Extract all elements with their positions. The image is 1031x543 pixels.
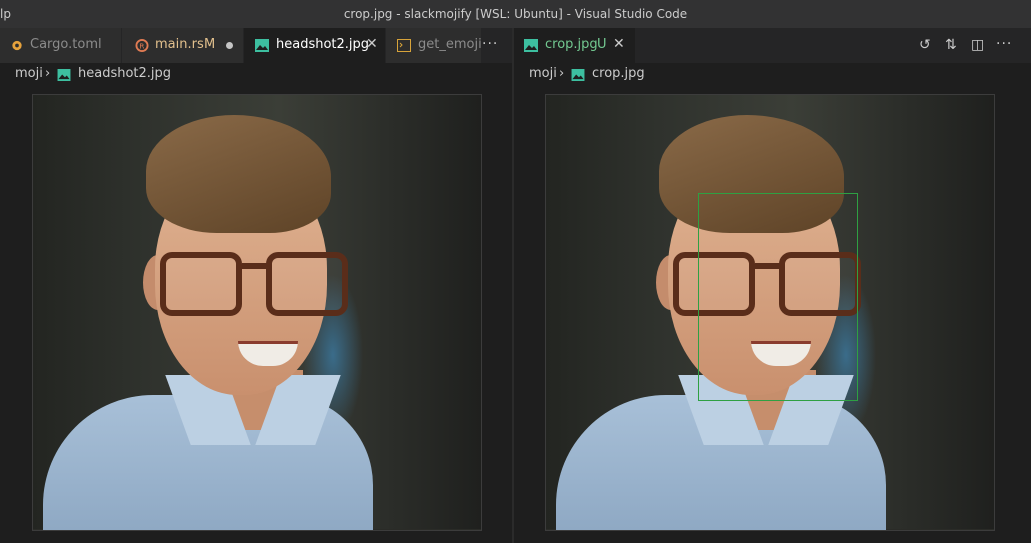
chevron-right-icon: › bbox=[45, 66, 51, 81]
image-icon bbox=[524, 39, 538, 52]
face-crop-box bbox=[698, 193, 858, 401]
terminal-icon bbox=[397, 39, 411, 52]
more-actions-icon[interactable]: ··· bbox=[996, 36, 1012, 52]
split-editor-icon[interactable]: ◫ bbox=[971, 37, 984, 53]
close-icon[interactable]: ✕ bbox=[613, 36, 625, 52]
unsaved-dot-icon[interactable] bbox=[226, 42, 233, 49]
tab-headshot2-jpg[interactable]: headshot2.jpg ✕ bbox=[244, 28, 386, 63]
tab-label: main.rs bbox=[155, 37, 204, 52]
untracked-badge: U bbox=[597, 37, 607, 52]
window-title: crop.jpg - slackmojify [WSL: Ubuntu] - V… bbox=[343, 7, 688, 21]
left-tab-bar: Cargo.toml R main.rs M headshot2.jpg ✕ g… bbox=[0, 28, 512, 63]
tab-cargo-toml[interactable]: Cargo.toml bbox=[0, 28, 122, 63]
image-icon bbox=[571, 69, 585, 81]
tab-label: Cargo.toml bbox=[30, 37, 102, 52]
more-actions-icon[interactable]: ··· bbox=[482, 36, 498, 52]
tab-label: crop.jpg bbox=[545, 37, 598, 52]
left-editor-pane: Cargo.toml R main.rs M headshot2.jpg ✕ g… bbox=[0, 28, 512, 543]
modified-badge: M bbox=[204, 37, 216, 52]
crop-photo bbox=[546, 95, 994, 530]
breadcrumb-folder[interactable]: moji bbox=[15, 66, 43, 81]
breadcrumb-file[interactable]: headshot2.jpg bbox=[78, 66, 171, 81]
tab-label: get_emoji bbox=[418, 37, 482, 52]
right-tab-bar: crop.jpg U ✕ ↺ ⇅ ◫ ··· bbox=[514, 28, 1031, 63]
title-bar: lp crop.jpg - slackmojify [WSL: Ubuntu] … bbox=[0, 0, 1031, 28]
headshot-photo bbox=[33, 95, 481, 530]
image-icon bbox=[255, 39, 269, 52]
svg-text:R: R bbox=[139, 41, 144, 50]
tab-label: headshot2.jpg bbox=[276, 37, 370, 52]
history-icon[interactable]: ↺ bbox=[919, 37, 931, 53]
tab-crop-jpg[interactable]: crop.jpg U ✕ bbox=[514, 28, 636, 63]
image-icon bbox=[57, 69, 71, 81]
right-editor-pane: crop.jpg U ✕ ↺ ⇅ ◫ ··· moji › crop.jpg bbox=[514, 28, 1031, 543]
breadcrumb-file[interactable]: crop.jpg bbox=[592, 66, 645, 81]
tab-get-emoji[interactable]: get_emoji bbox=[386, 28, 482, 63]
image-preview[interactable] bbox=[32, 94, 482, 531]
gear-icon bbox=[12, 40, 22, 51]
breadcrumb-folder[interactable]: moji bbox=[529, 66, 557, 81]
rust-icon: R bbox=[135, 39, 149, 52]
close-icon[interactable]: ✕ bbox=[366, 36, 378, 52]
tab-main-rs[interactable]: R main.rs M bbox=[122, 28, 244, 63]
compare-icon[interactable]: ⇅ bbox=[945, 37, 957, 53]
chevron-right-icon: › bbox=[559, 66, 565, 81]
image-preview[interactable] bbox=[545, 94, 995, 531]
